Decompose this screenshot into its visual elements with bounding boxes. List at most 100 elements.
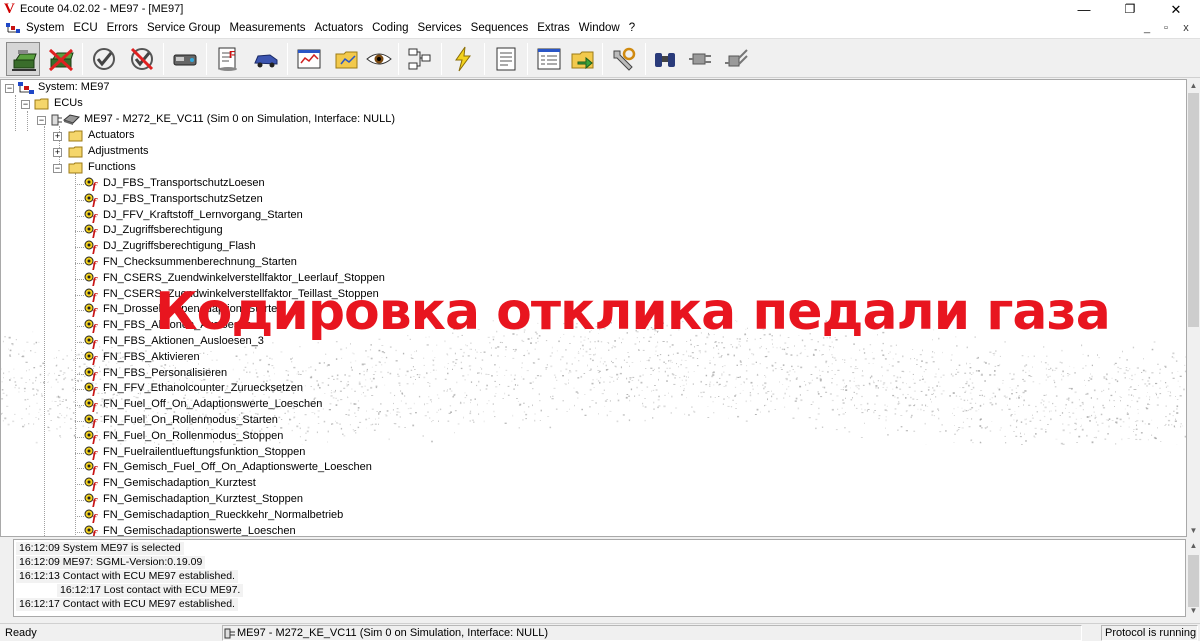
close-button[interactable]: ✕ bbox=[1153, 0, 1199, 19]
tree-node-label: FN_Gemischadaptionswerte_Loeschen bbox=[103, 525, 296, 537]
scroll-down-arrow-icon[interactable]: ▼ bbox=[1187, 524, 1200, 537]
mdi-close-button[interactable]: x bbox=[1179, 21, 1193, 35]
tree-node-function[interactable]: f FN_Gemischadaption_Kurztest_Stoppen bbox=[75, 492, 414, 508]
tree-node-function[interactable]: f FN_Fuelrailentlueftungsfunktion_Stoppen bbox=[75, 445, 414, 461]
collapse-toggle[interactable]: − bbox=[21, 100, 30, 109]
document-button[interactable] bbox=[489, 42, 523, 76]
menu-items: System ECU Errors Service Group Measurem… bbox=[26, 22, 644, 34]
menu-service-group[interactable]: Service Group bbox=[147, 22, 221, 34]
interface-button[interactable] bbox=[168, 42, 202, 76]
connect-ecu-button[interactable] bbox=[6, 42, 40, 76]
log-panel[interactable]: 16:12:09 System ME97 is selected 16:12:0… bbox=[13, 539, 1186, 617]
function-icon: f bbox=[84, 493, 98, 507]
scroll-down-arrow-icon[interactable]: ▼ bbox=[1187, 604, 1200, 617]
toolbar-separator bbox=[206, 43, 207, 75]
flash-button[interactable] bbox=[446, 42, 480, 76]
menu-ecu[interactable]: ECU bbox=[73, 22, 97, 34]
tree-connector bbox=[75, 484, 84, 485]
function-icon: f bbox=[84, 193, 98, 207]
toolbar-separator bbox=[602, 43, 603, 75]
tree-node-ecus[interactable]: − ECUs bbox=[21, 96, 141, 112]
tree-node-ecu[interactable]: − ME97 - M272_KE_VC11 (Sim 0 on Simulati… bbox=[37, 112, 457, 128]
minimize-button[interactable]: — bbox=[1061, 0, 1107, 19]
menu-help[interactable]: ? bbox=[629, 22, 635, 34]
tree-node-function[interactable]: f DJ_FBS_TransportschutzSetzen bbox=[75, 192, 414, 208]
menu-errors[interactable]: Errors bbox=[107, 22, 138, 34]
svg-text:f: f bbox=[91, 245, 98, 254]
interface-icon bbox=[173, 54, 197, 66]
expand-toggle[interactable]: + bbox=[53, 148, 62, 157]
title-bar[interactable]: V Ecoute 04.02.02 - ME97 - [ME97] — ❐ ✕ bbox=[0, 0, 1200, 19]
disconnect-ecu-button[interactable] bbox=[44, 42, 78, 76]
folder-export-button[interactable] bbox=[566, 42, 600, 76]
folder-icon bbox=[68, 130, 83, 142]
menu-measurements[interactable]: Measurements bbox=[229, 22, 305, 34]
expand-toggle[interactable]: + bbox=[53, 132, 62, 141]
tree-node-functions[interactable]: − Functions bbox=[53, 160, 213, 176]
scroll-up-arrow-icon[interactable]: ▲ bbox=[1187, 79, 1200, 92]
tree-node-function[interactable]: f FN_Gemischadaption_Kurztest bbox=[75, 476, 414, 492]
no-check-button[interactable] bbox=[125, 42, 159, 76]
menu-window[interactable]: Window bbox=[579, 22, 620, 34]
checklist-button[interactable] bbox=[532, 42, 566, 76]
menu-system[interactable]: System bbox=[26, 22, 64, 34]
plug-disabled-button[interactable] bbox=[720, 42, 754, 76]
measurement-window-button[interactable] bbox=[292, 42, 326, 76]
system-menu-icon[interactable] bbox=[6, 23, 20, 34]
svg-text:F: F bbox=[229, 50, 235, 61]
ecu-module-icon bbox=[51, 114, 80, 126]
status-ecu-panel: ME97 - M272_KE_VC11 (Sim 0 on Simulation… bbox=[222, 625, 1082, 641]
menu-coding[interactable]: Coding bbox=[372, 22, 408, 34]
function-icon: f bbox=[84, 525, 98, 536]
tree-node-system[interactable]: − System: ME97 bbox=[5, 80, 245, 96]
log-scrollbar[interactable]: ▲ ▼ bbox=[1187, 539, 1200, 617]
tree-node-adjustments[interactable]: + Adjustments bbox=[53, 144, 213, 160]
plug-button[interactable] bbox=[684, 42, 718, 76]
status-protocol-text: Protocol is running bbox=[1105, 627, 1197, 639]
flash-icon bbox=[455, 46, 471, 72]
errors-report-button[interactable]: F bbox=[211, 42, 245, 76]
tree-node-function[interactable]: f FN_Gemischadaptionswerte_Loeschen bbox=[75, 524, 414, 537]
tree-node-function[interactable]: f DJ_FFV_Kraftstoff_Lernvorgang_Starten bbox=[75, 208, 414, 224]
binoculars-button[interactable] bbox=[648, 42, 682, 76]
tree-node-label: ECUs bbox=[54, 97, 83, 109]
svg-text:f: f bbox=[91, 514, 98, 523]
eye-button[interactable] bbox=[362, 42, 396, 76]
svg-text:f: f bbox=[91, 466, 98, 475]
menu-actuators[interactable]: Actuators bbox=[315, 22, 364, 34]
folder-chart-button[interactable] bbox=[330, 42, 364, 76]
log-line: 16:12:17 Contact with ECU ME97 establish… bbox=[16, 598, 238, 611]
mdi-minimize-button[interactable]: _ bbox=[1140, 21, 1154, 35]
tree-node-function[interactable]: f FN_Gemischadaption_Rueckkehr_Normalbetr… bbox=[75, 508, 414, 524]
collapse-toggle[interactable]: − bbox=[5, 84, 14, 93]
mdi-restore-button[interactable]: ▫ bbox=[1159, 21, 1173, 35]
tree-node-actuators[interactable]: + Actuators bbox=[53, 128, 213, 144]
maximize-button[interactable]: ❐ bbox=[1107, 0, 1153, 19]
tree-connector bbox=[15, 95, 16, 131]
ecu-connection-icon bbox=[224, 628, 235, 639]
tree-node-function[interactable]: f DJ_Zugriffsberechtigung_Flash bbox=[75, 239, 414, 255]
svg-text:f: f bbox=[91, 451, 98, 460]
tools-icon bbox=[613, 47, 636, 71]
tree-structure-button[interactable] bbox=[403, 42, 437, 76]
tree-node-function[interactable]: f DJ_Zugriffsberechtigung bbox=[75, 223, 414, 239]
collapse-toggle[interactable]: − bbox=[37, 116, 46, 125]
menu-sequences[interactable]: Sequences bbox=[471, 22, 529, 34]
scrollbar-thumb[interactable] bbox=[1188, 555, 1199, 607]
plug-icon bbox=[689, 53, 711, 65]
tree-node-function[interactable]: f FN_Gemisch_Fuel_Off_On_Adaptionswerte_L… bbox=[75, 460, 414, 476]
collapse-toggle[interactable]: − bbox=[53, 164, 62, 173]
svg-text:f: f bbox=[91, 261, 98, 270]
check-button[interactable] bbox=[87, 42, 121, 76]
function-icon: f bbox=[84, 177, 98, 191]
tree-node-function[interactable]: f FN_Checksummenberechnung_Starten bbox=[75, 255, 414, 271]
tree-node-function[interactable]: f DJ_FBS_TransportschutzLoesen bbox=[75, 176, 414, 192]
menu-services[interactable]: Services bbox=[418, 22, 462, 34]
tools-button[interactable] bbox=[607, 42, 641, 76]
vehicle-button[interactable] bbox=[249, 42, 283, 76]
tree-node-label: FN_Gemischadaption_Kurztest_Stoppen bbox=[103, 493, 303, 505]
function-icon: f bbox=[84, 461, 98, 475]
tree-node-label: System: ME97 bbox=[38, 81, 110, 93]
scroll-up-arrow-icon[interactable]: ▲ bbox=[1187, 539, 1200, 552]
menu-extras[interactable]: Extras bbox=[537, 22, 570, 34]
